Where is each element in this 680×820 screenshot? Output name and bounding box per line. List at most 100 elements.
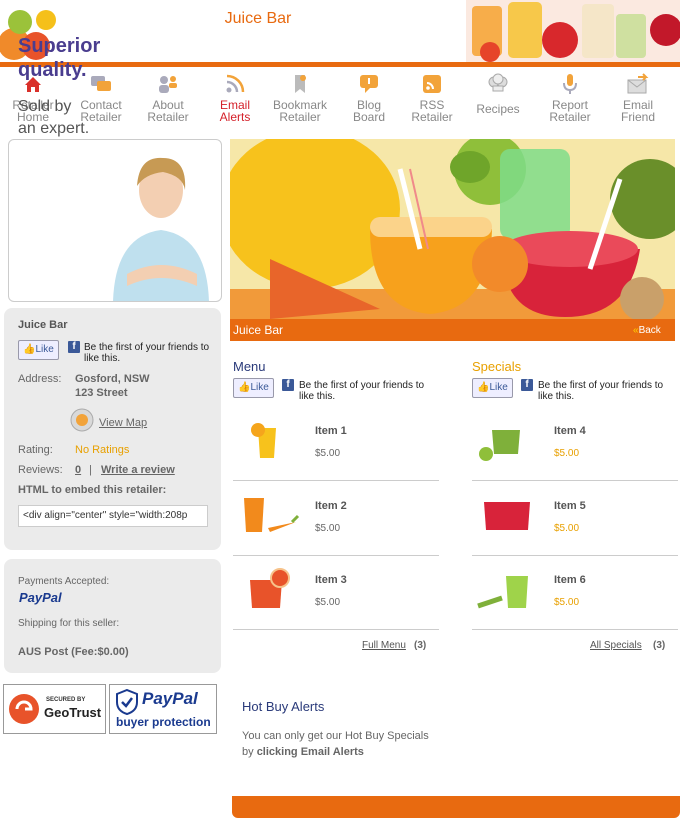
promo-headline: Superior quality. — [18, 34, 100, 82]
paypal-name: PayPal — [142, 689, 198, 708]
nav-item-email-friend[interactable]: Email Friend — [606, 72, 670, 123]
special-item-name[interactable]: Item 4 — [554, 425, 586, 437]
write-review-link[interactable]: Write a review — [101, 464, 175, 476]
people-icon — [159, 76, 177, 93]
menu-count: (3) — [414, 640, 427, 651]
address-label: Address: — [18, 373, 62, 385]
rss-feed-icon — [423, 75, 441, 93]
fb-text-line1: Be the first of your friends to — [299, 380, 425, 391]
facebook-like-button[interactable]: 👍Like — [18, 340, 59, 360]
smiling-woman-image — [113, 157, 209, 301]
rss-icon — [226, 74, 245, 93]
reviews-label: Reviews: — [18, 464, 63, 476]
promo-subtitle-line2: an expert. — [18, 120, 90, 137]
paypal-logo: PayPal — [19, 590, 62, 605]
map-globe-icon[interactable] — [70, 408, 94, 432]
menu-item-price: $5.00 — [315, 597, 341, 608]
facebook-icon: f — [521, 379, 533, 391]
menu-title: Menu — [233, 359, 266, 374]
nav-label-line2: Friend — [620, 110, 655, 124]
nav-item-report-retailer[interactable]: Report Retailer — [538, 72, 602, 123]
facebook-icon: f — [68, 341, 80, 353]
header-accent-bar — [0, 62, 680, 67]
berry-smoothie-image — [484, 502, 530, 530]
payments-accepted-label: Payments Accepted: — [18, 576, 110, 587]
menu-item-price: $5.00 — [315, 448, 341, 459]
site-title: Juice Bar — [224, 10, 292, 27]
nav-label-line1: Recipes — [476, 102, 520, 116]
nav-label-line2: Alerts — [219, 110, 251, 124]
nav-label-line2: Retailer — [279, 110, 321, 124]
menu-item-name[interactable]: Item 1 — [315, 425, 347, 437]
reviews-count-link[interactable]: 0 — [75, 464, 81, 476]
back-link[interactable]: «Back — [633, 325, 661, 336]
like-label: Like — [35, 344, 54, 355]
like-label: Like — [250, 382, 269, 393]
hot-buy-text: You can only get our Hot Buy Specials by… — [242, 728, 442, 760]
special-item-name[interactable]: Item 6 — [554, 574, 586, 586]
geotrust-secured-by: SECURED BY — [46, 697, 86, 703]
divider — [233, 629, 439, 630]
geotrust-name: GeoTrust — [44, 705, 102, 720]
envelope-arrow-icon — [627, 73, 649, 94]
menu-item-name[interactable]: Item 3 — [315, 574, 347, 586]
specials-count: (3) — [653, 640, 666, 651]
nav-item-about-retailer[interactable]: About Retailer — [136, 72, 200, 123]
address-line2: 123 Street — [75, 387, 128, 399]
grapefruit-juice-glass-image — [250, 568, 290, 608]
bookmark-icon — [295, 75, 306, 93]
nav-item-email-alerts[interactable]: Email Alerts — [203, 72, 267, 123]
menu-item-name[interactable]: Item 2 — [315, 500, 347, 512]
special-item-name[interactable]: Item 5 — [554, 500, 586, 512]
buyer-protection-text: buyer protection — [116, 715, 211, 729]
reviews-separator: | — [89, 464, 92, 476]
specials-facebook-social-text: Be the first of your friends to like this… — [538, 380, 678, 402]
address-line1: Gosford, NSW — [75, 373, 150, 385]
nav-item-bookmark-retailer[interactable]: Bookmark Retailer — [268, 72, 332, 123]
chef-hat-icon — [488, 73, 508, 92]
back-label: Back — [638, 325, 661, 336]
promo-headline-line1: Superior — [18, 35, 101, 57]
nav-label-line2: Retailer — [411, 110, 453, 124]
promo-banner — [8, 139, 222, 302]
divider — [233, 480, 439, 481]
nav-label-line2: Retailer — [147, 110, 189, 124]
divider — [472, 629, 678, 630]
fb-text-line2: like this. — [299, 391, 336, 402]
embed-code-input[interactable]: <div align="center" style="width:208p — [18, 505, 208, 527]
specials-title: Specials — [472, 359, 522, 374]
microphone-icon — [563, 74, 577, 94]
like-label: Like — [489, 382, 508, 393]
nav-item-rss-retailer[interactable]: RSS Retailer — [400, 72, 464, 123]
promo-subtitle: Sold by an expert. — [18, 96, 89, 140]
fb-text-line1: Be the first of your friends to — [84, 342, 210, 353]
view-map-link[interactable]: View Map — [99, 417, 147, 429]
banner-caption: Juice Bar — [233, 323, 284, 337]
green-smoothie-image — [479, 430, 520, 461]
menu-facebook-social-text: Be the first of your friends to like this… — [299, 380, 439, 402]
all-specials-link[interactable]: All Specials — [590, 640, 642, 651]
nav-label-line2: Board — [352, 110, 386, 124]
retailer-name: Juice Bar — [18, 319, 68, 331]
paypal-buyer-protection-badge[interactable]: PayPal buyer protection — [109, 684, 217, 734]
menu-facebook-like-button[interactable]: 👍Like — [233, 378, 274, 398]
celery-juice-image — [477, 576, 528, 609]
specials-facebook-like-button[interactable]: 👍Like — [472, 378, 513, 398]
fb-text-line2: like this. — [538, 391, 575, 402]
geotrust-logo-icon — [9, 694, 39, 724]
nav-item-blog-board[interactable]: Blog Board — [337, 72, 401, 123]
fb-text-line2: like this. — [84, 353, 121, 364]
full-menu-link[interactable]: Full Menu — [362, 640, 406, 651]
geotrust-badge[interactable]: SECURED BY GeoTrust — [3, 684, 106, 734]
fb-text-line1: Be the first of your friends to — [538, 380, 664, 391]
juice-banner-image — [230, 139, 675, 319]
carrot-juice-glass-image — [244, 498, 300, 532]
nav-item-recipes[interactable]: Recipes — [466, 72, 530, 115]
facebook-social-text: Be the first of your friends to like this… — [84, 342, 216, 364]
special-item-price: $5.00 — [554, 448, 580, 459]
special-item-price: $5.00 — [554, 597, 580, 608]
nav-label-line2: Retailer — [549, 110, 591, 124]
menu-item-price: $5.00 — [315, 523, 341, 534]
shield-check-icon — [116, 689, 138, 715]
facebook-icon: f — [282, 379, 294, 391]
